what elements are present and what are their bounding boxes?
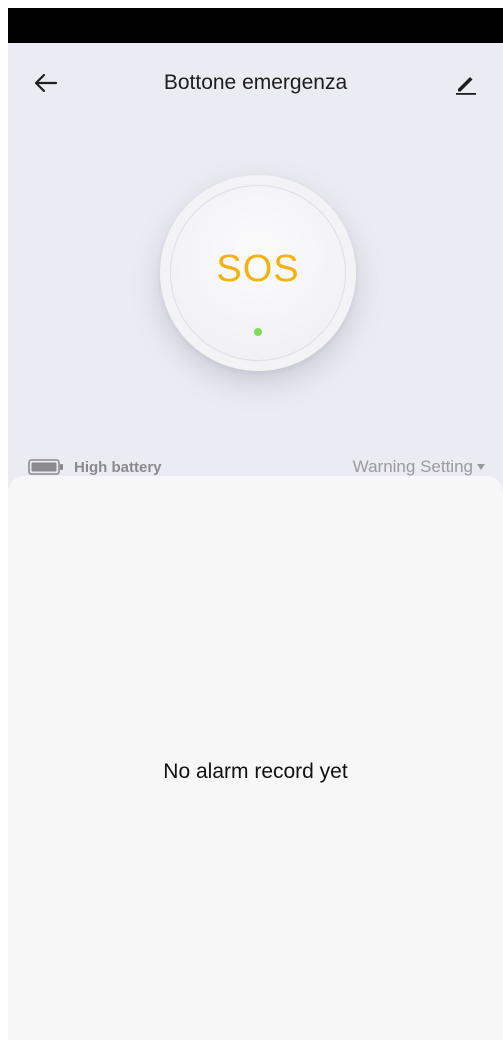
app-screen: Bottone emergenza SOS High battery Warni… [0, 0, 503, 1040]
sos-button[interactable]: SOS [160, 175, 356, 371]
caret-down-icon [477, 464, 485, 470]
status-led [254, 328, 262, 336]
battery-full-icon [28, 459, 63, 475]
page-title: Bottone emergenza [163, 71, 348, 94]
battery-label: High battery [74, 458, 162, 476]
status-bar [8, 8, 503, 43]
alarm-records-panel: No alarm record yet [8, 476, 503, 1040]
pencil-icon[interactable] [452, 69, 480, 97]
sos-label: SOS [216, 248, 300, 290]
device-viewport: Bottone emergenza SOS High battery Warni… [8, 8, 503, 1040]
warning-setting-label: Warning Setting [352, 457, 473, 476]
empty-state-message: No alarm record yet [163, 760, 348, 783]
app-header: Bottone emergenza [8, 43, 503, 123]
device-panel: Bottone emergenza SOS High battery Warni… [8, 43, 503, 513]
